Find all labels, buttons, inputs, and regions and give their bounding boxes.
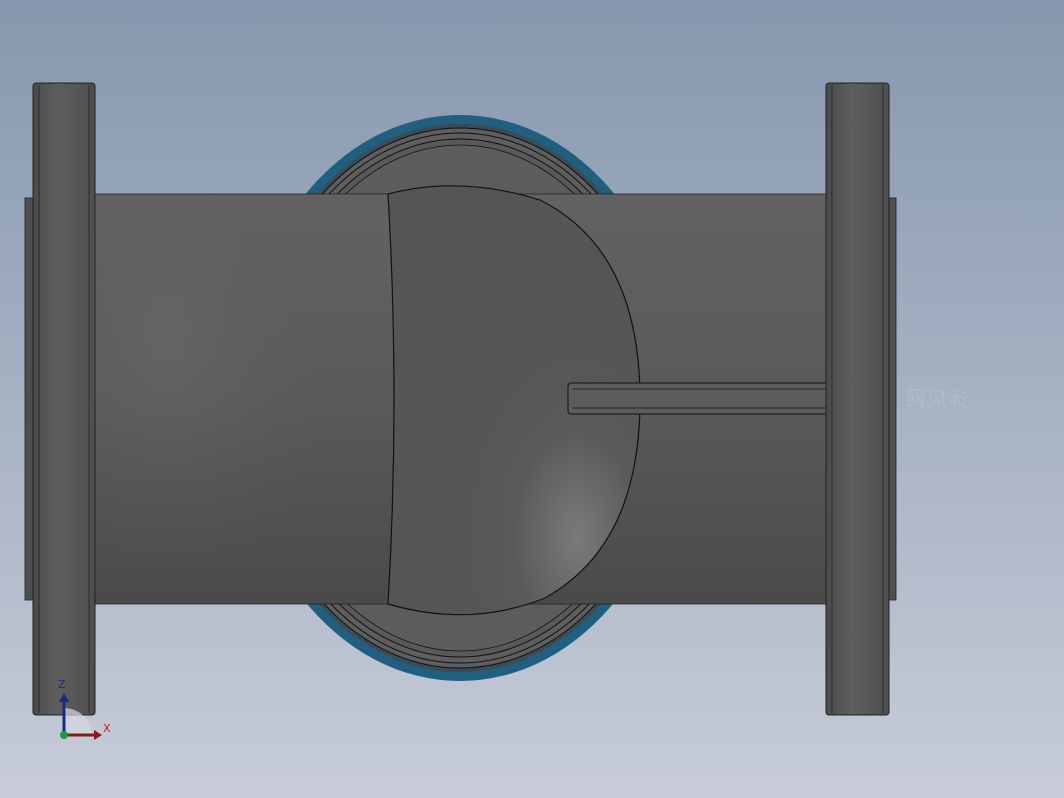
watermark-text: 沐风网 <box>904 385 969 413</box>
x-axis-label: X <box>103 722 111 735</box>
origin-dot <box>60 731 68 739</box>
right-flange <box>825 82 897 716</box>
3d-viewport[interactable]: 沐风网 Z X <box>0 0 1064 798</box>
z-axis-label: Z <box>58 678 66 691</box>
stem-slot <box>567 382 829 415</box>
left-flange <box>24 82 96 716</box>
